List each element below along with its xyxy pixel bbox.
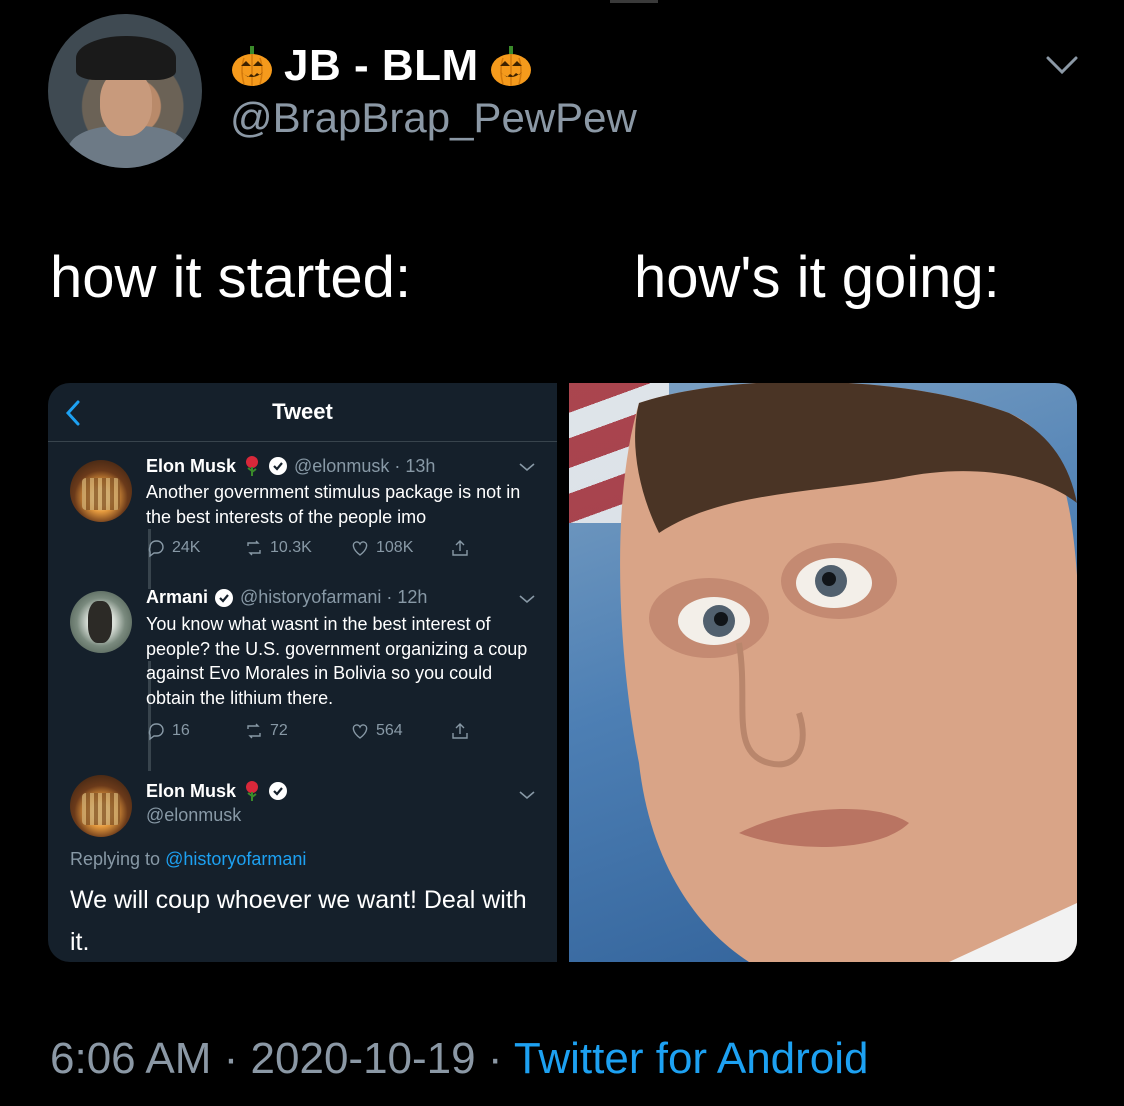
- chevron-down-icon: [519, 463, 535, 472]
- embedded-header-title: Tweet: [272, 399, 333, 424]
- like-action[interactable]: 564: [350, 721, 450, 741]
- face-photo: [620, 383, 1077, 962]
- tweet-1-actions: 24K 10.3K 108K: [146, 538, 470, 558]
- reply-count: 24K: [172, 539, 201, 556]
- embedded-header: Tweet: [48, 383, 557, 442]
- pumpkin-icon: [232, 46, 272, 86]
- main-tweet-handle: @elonmusk: [146, 805, 242, 825]
- verified-badge-icon: [215, 588, 234, 607]
- tweet-2-text: You know what wasnt in the best interest…: [146, 614, 528, 708]
- verified-badge-icon: [269, 457, 288, 475]
- like-action[interactable]: 108K: [350, 538, 450, 558]
- tweet-2-actions: 16 72 564: [146, 721, 470, 741]
- tweet-1-handle: @elonmusk · 13h: [294, 455, 436, 476]
- embedded-tweet-screenshot[interactable]: Tweet Elon Musk @elonmusk · 13h Another …: [48, 383, 557, 962]
- like-count: 564: [376, 722, 403, 739]
- retweet-action[interactable]: 10.3K: [244, 538, 350, 558]
- tweet-2-header: Armani @historyofarmani · 12h: [146, 587, 427, 608]
- top-indicator: [610, 0, 658, 3]
- tweet-2-handle: @historyofarmani · 12h: [240, 587, 428, 607]
- reply-count: 16: [172, 722, 190, 739]
- tweet-source[interactable]: Twitter for Android: [514, 1034, 869, 1083]
- heart-icon: [352, 541, 368, 556]
- main-tweet-text: We will coup whoever we want! Deal with …: [70, 886, 527, 956]
- share-icon: [452, 723, 468, 739]
- heart-icon: [352, 724, 368, 739]
- verified-badge-icon: [269, 782, 288, 800]
- reply-icon: [148, 540, 164, 558]
- rose-icon: [246, 456, 259, 476]
- reply-icon: [148, 723, 164, 741]
- tweet-1-header: Elon Musk @elonmusk · 13h: [146, 455, 435, 477]
- share-action[interactable]: [450, 538, 470, 558]
- retweet-icon: [247, 540, 261, 556]
- like-count: 108K: [376, 539, 414, 556]
- retweet-count: 72: [270, 722, 288, 739]
- replying-prefix: Replying to: [70, 849, 161, 869]
- retweet-count: 10.3K: [270, 539, 312, 556]
- caption-hows-it-going: how's it going:: [634, 245, 1000, 310]
- main-tweet-header: Elon Musk: [146, 780, 288, 802]
- share-icon: [452, 540, 468, 556]
- reply-action[interactable]: 16: [146, 721, 244, 741]
- elon-avatar: [70, 460, 132, 522]
- author-name-row[interactable]: JB - BLM: [230, 38, 533, 94]
- chevron-down-icon: [519, 595, 535, 604]
- retweet-icon: [247, 723, 261, 739]
- replying-to-link[interactable]: @historyofarmani: [165, 849, 306, 869]
- main-tweet-name: Elon Musk: [146, 780, 237, 801]
- retweet-action[interactable]: 72: [244, 721, 350, 741]
- tweet-2-name: Armani: [146, 587, 209, 607]
- chevron-down-icon[interactable]: [1044, 50, 1080, 80]
- author-handle[interactable]: @BrapBrap_PewPew: [230, 94, 637, 142]
- tweet-footer: 6:06 AM · 2020-10-19 · Twitter for Andro…: [50, 1034, 869, 1084]
- share-action[interactable]: [450, 721, 470, 741]
- chevron-down-icon: [519, 791, 535, 800]
- replying-to: Replying to @historyofarmani: [70, 849, 306, 870]
- tweet-1-text: Another government stimulus package is n…: [146, 482, 521, 527]
- reaction-photo[interactable]: [569, 383, 1077, 962]
- reply-action[interactable]: 24K: [146, 538, 244, 558]
- caption-how-it-started: how it started:: [50, 245, 412, 310]
- elon-avatar: [70, 775, 132, 837]
- tweet-timestamp[interactable]: 6:06 AM · 2020-10-19 ·: [50, 1034, 502, 1083]
- author-avatar[interactable]: [48, 14, 202, 168]
- pumpkin-icon: [490, 46, 531, 86]
- tweet-1-name: Elon Musk: [146, 455, 237, 476]
- armani-avatar: [70, 591, 132, 653]
- author-display-name: JB - BLM: [284, 41, 479, 90]
- rose-icon: [246, 781, 259, 801]
